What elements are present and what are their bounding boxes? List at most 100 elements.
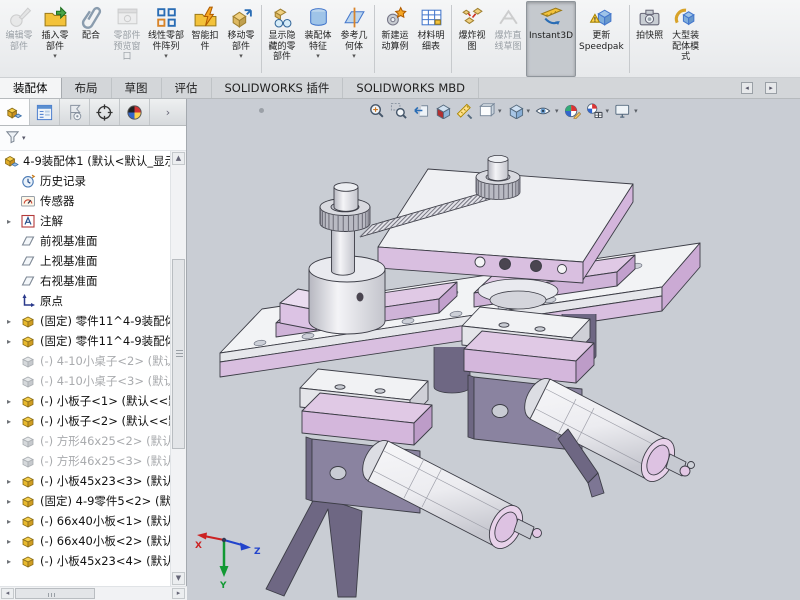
tree-item[interactable]: ▸注解 — [0, 211, 170, 231]
horizontal-scroll-thumb[interactable] — [15, 588, 95, 599]
tab-SOLIDWORKS 插件[interactable]: SOLIDWORKS 插件 — [212, 78, 344, 98]
tree-item[interactable]: 4-9装配体1 (默认<默认_显示状 — [0, 151, 170, 171]
tree-filter-row[interactable]: ▾ — [0, 126, 186, 151]
tree-horizontal-scrollbar[interactable]: ◂ ▸ — [0, 586, 187, 600]
ribbon-scroll-left-button[interactable]: ◂ — [741, 82, 753, 94]
tree-item[interactable]: ▸(-) 小板子<2> (默认<<默认 — [0, 411, 170, 431]
panel-tab-display-manager[interactable] — [120, 99, 150, 125]
scroll-right-icon[interactable]: ▸ — [172, 588, 185, 599]
ribbon-button-bom[interactable]: 材料明 细表 — [413, 1, 449, 77]
chevron-down-icon[interactable]: ▾ — [606, 107, 610, 115]
tree-item[interactable]: 传感器 — [0, 191, 170, 211]
panel-tab-featuremanager-tree[interactable] — [0, 99, 30, 125]
tree-item[interactable]: ▸(-) 小板子<1> (默认<<默认 — [0, 391, 170, 411]
tree-item[interactable]: ▸(-) 小板45x23<4> (默认<<默 — [0, 551, 170, 571]
expand-arrow-icon[interactable]: ▸ — [7, 317, 20, 326]
scroll-up-icon[interactable]: ▲ — [172, 152, 185, 165]
ribbon-button-smart-fasteners[interactable]: 智能扣 件 — [187, 1, 223, 77]
tree-item[interactable]: (-) 4-10小桌子<2> (默认) — [0, 351, 170, 371]
tab-SOLIDWORKS MBD[interactable]: SOLIDWORKS MBD — [343, 78, 479, 98]
feature-manager-panel: › ▾ 4-9装配体1 (默认<默认_显示状历史记录传感器▸注解前视基准面上视基… — [0, 99, 187, 600]
tree-item[interactable]: (-) 方形46x25<2> (默认) — [0, 431, 170, 451]
ribbon-scroll-right-button[interactable]: ▸ — [765, 82, 777, 94]
zoom-area-icon[interactable] — [390, 102, 407, 119]
tree-item-label: (-) 方形46x25<3> (默认) — [40, 453, 170, 469]
measure-icon[interactable] — [456, 102, 473, 119]
expand-arrow-icon[interactable]: ▸ — [7, 397, 20, 406]
ribbon-button-insert-component[interactable]: 插入零 部件▾ — [37, 1, 73, 77]
ribbon-button-move-component[interactable]: 移动零 部件▾ — [223, 1, 259, 77]
tab-布局[interactable]: 布局 — [62, 78, 112, 98]
ribbon-button-mate[interactable]: 配合 — [73, 1, 109, 77]
tree-item[interactable]: ▸(固定) 4-9零件5<2> (默认< — [0, 491, 170, 511]
ribbon-button-assembly-features[interactable]: 装配体 特征▾ — [300, 1, 336, 77]
ribbon-button-large-assembly[interactable]: 大型装 配体模 式 — [668, 1, 704, 77]
expand-arrow-icon[interactable]: ▸ — [7, 217, 20, 226]
ribbon-button-show-hidden[interactable]: 显示隐 藏的零 部件 — [264, 1, 300, 77]
tree-item[interactable]: ▸(-) 66x40小板<2> (默认<<默 — [0, 531, 170, 551]
expand-arrow-icon[interactable]: ▸ — [7, 337, 20, 346]
ribbon-button-update-speedpak[interactable]: 更新 Speedpak — [576, 1, 627, 77]
view-orientation-icon[interactable] — [478, 102, 495, 119]
tree-item[interactable]: (-) 4-10小桌子<3> (默认) — [0, 371, 170, 391]
tree-item[interactable]: 上视基准面 — [0, 251, 170, 271]
component-preview-icon — [115, 4, 140, 31]
tree-item-label: (-) 小板45x23<3> (默认<<默 — [40, 473, 170, 489]
expand-arrow-icon[interactable]: ▸ — [7, 557, 20, 566]
expand-arrow-icon[interactable]: ▸ — [7, 517, 20, 526]
vertical-scroll-thumb[interactable] — [172, 259, 185, 449]
apply-scene-icon[interactable] — [586, 102, 603, 119]
expand-arrow-icon[interactable]: ▸ — [7, 497, 20, 506]
previous-view-icon[interactable] — [412, 102, 429, 119]
section-view-icon[interactable] — [434, 102, 451, 119]
tree-vertical-scrollbar[interactable]: ▲ ▼ — [170, 151, 186, 586]
edit-component-icon — [7, 4, 32, 31]
tree-item-label: 前视基准面 — [40, 233, 98, 249]
expand-arrow-icon[interactable]: ▸ — [7, 477, 20, 486]
ribbon-button-label: 更新 Speedpak — [579, 31, 624, 52]
chevron-down-icon[interactable]: ▾ — [555, 107, 559, 115]
second-gear[interactable] — [476, 155, 520, 199]
expand-arrow-icon[interactable]: ▸ — [7, 537, 20, 546]
panel-tab-dimxpert-manager[interactable] — [90, 99, 120, 125]
ribbon-button-snapshot[interactable]: 拍快照 — [632, 1, 668, 77]
tree-item[interactable]: ▸(固定) 零件11^4-9装配体1< — [0, 311, 170, 331]
scroll-left-icon[interactable]: ◂ — [1, 588, 14, 599]
tree-item[interactable]: ▸(固定) 零件11^4-9装配体1< — [0, 331, 170, 351]
ribbon-button-motion-study[interactable]: 新建运 动算例 — [377, 1, 413, 77]
chevron-down-icon[interactable]: ▾ — [634, 107, 638, 115]
tree-item[interactable]: (-) 方形46x25<3> (默认) — [0, 451, 170, 471]
chevron-down-icon[interactable]: ▾ — [527, 107, 531, 115]
tree-item[interactable]: 原点 — [0, 291, 170, 311]
tree-item[interactable]: ▸(-) 66x40小板<1> (默认<<默 — [0, 511, 170, 531]
ribbon-button-reference-geometry[interactable]: 参考几 何体▾ — [336, 1, 372, 77]
view-settings-icon[interactable] — [614, 102, 631, 119]
tree-item[interactable]: 前视基准面 — [0, 231, 170, 251]
hide-show-items-icon[interactable] — [535, 102, 552, 119]
zoom-fit-icon[interactable] — [368, 102, 385, 119]
ribbon-button-linear-pattern[interactable]: 线性零部 件阵列▾ — [145, 1, 187, 77]
chevron-down-icon[interactable]: ▾ — [498, 107, 502, 115]
scroll-down-icon[interactable]: ▼ — [172, 572, 185, 585]
expand-arrow-icon[interactable]: ▸ — [7, 417, 20, 426]
graphics-viewport[interactable]: ▾▾▾▾▾ X Z Y — [188, 99, 800, 600]
tab-评估[interactable]: 评估 — [162, 78, 212, 98]
panel-tab-overflow[interactable]: › — [150, 99, 186, 125]
snapshot-icon — [637, 4, 662, 31]
panel-tab-property-manager[interactable] — [30, 99, 60, 125]
assembly-3d-model[interactable] — [188, 99, 800, 600]
tree-item[interactable]: ▸ (-) 小板45x23<3> (默认<<默 — [0, 471, 170, 491]
ribbon-button-exploded-view[interactable]: 爆炸视 图 — [454, 1, 490, 77]
tab-草图[interactable]: 草图 — [112, 78, 162, 98]
tree-item[interactable]: 右视基准面 — [0, 271, 170, 291]
instant3d-icon — [539, 4, 564, 31]
display-style-icon[interactable] — [507, 102, 524, 119]
tab-装配体[interactable]: 装配体 — [0, 78, 62, 98]
chevron-down-icon: ▾ — [53, 52, 57, 60]
right-tower-assembly[interactable] — [462, 307, 695, 497]
tree-item[interactable]: 历史记录 — [0, 171, 170, 191]
ribbon-button-instant3d[interactable]: Instant3D — [526, 1, 576, 77]
panel-tab-configuration-manager[interactable] — [60, 99, 90, 125]
edit-appearance-icon[interactable] — [564, 102, 581, 119]
pinion-housing[interactable] — [309, 183, 385, 334]
